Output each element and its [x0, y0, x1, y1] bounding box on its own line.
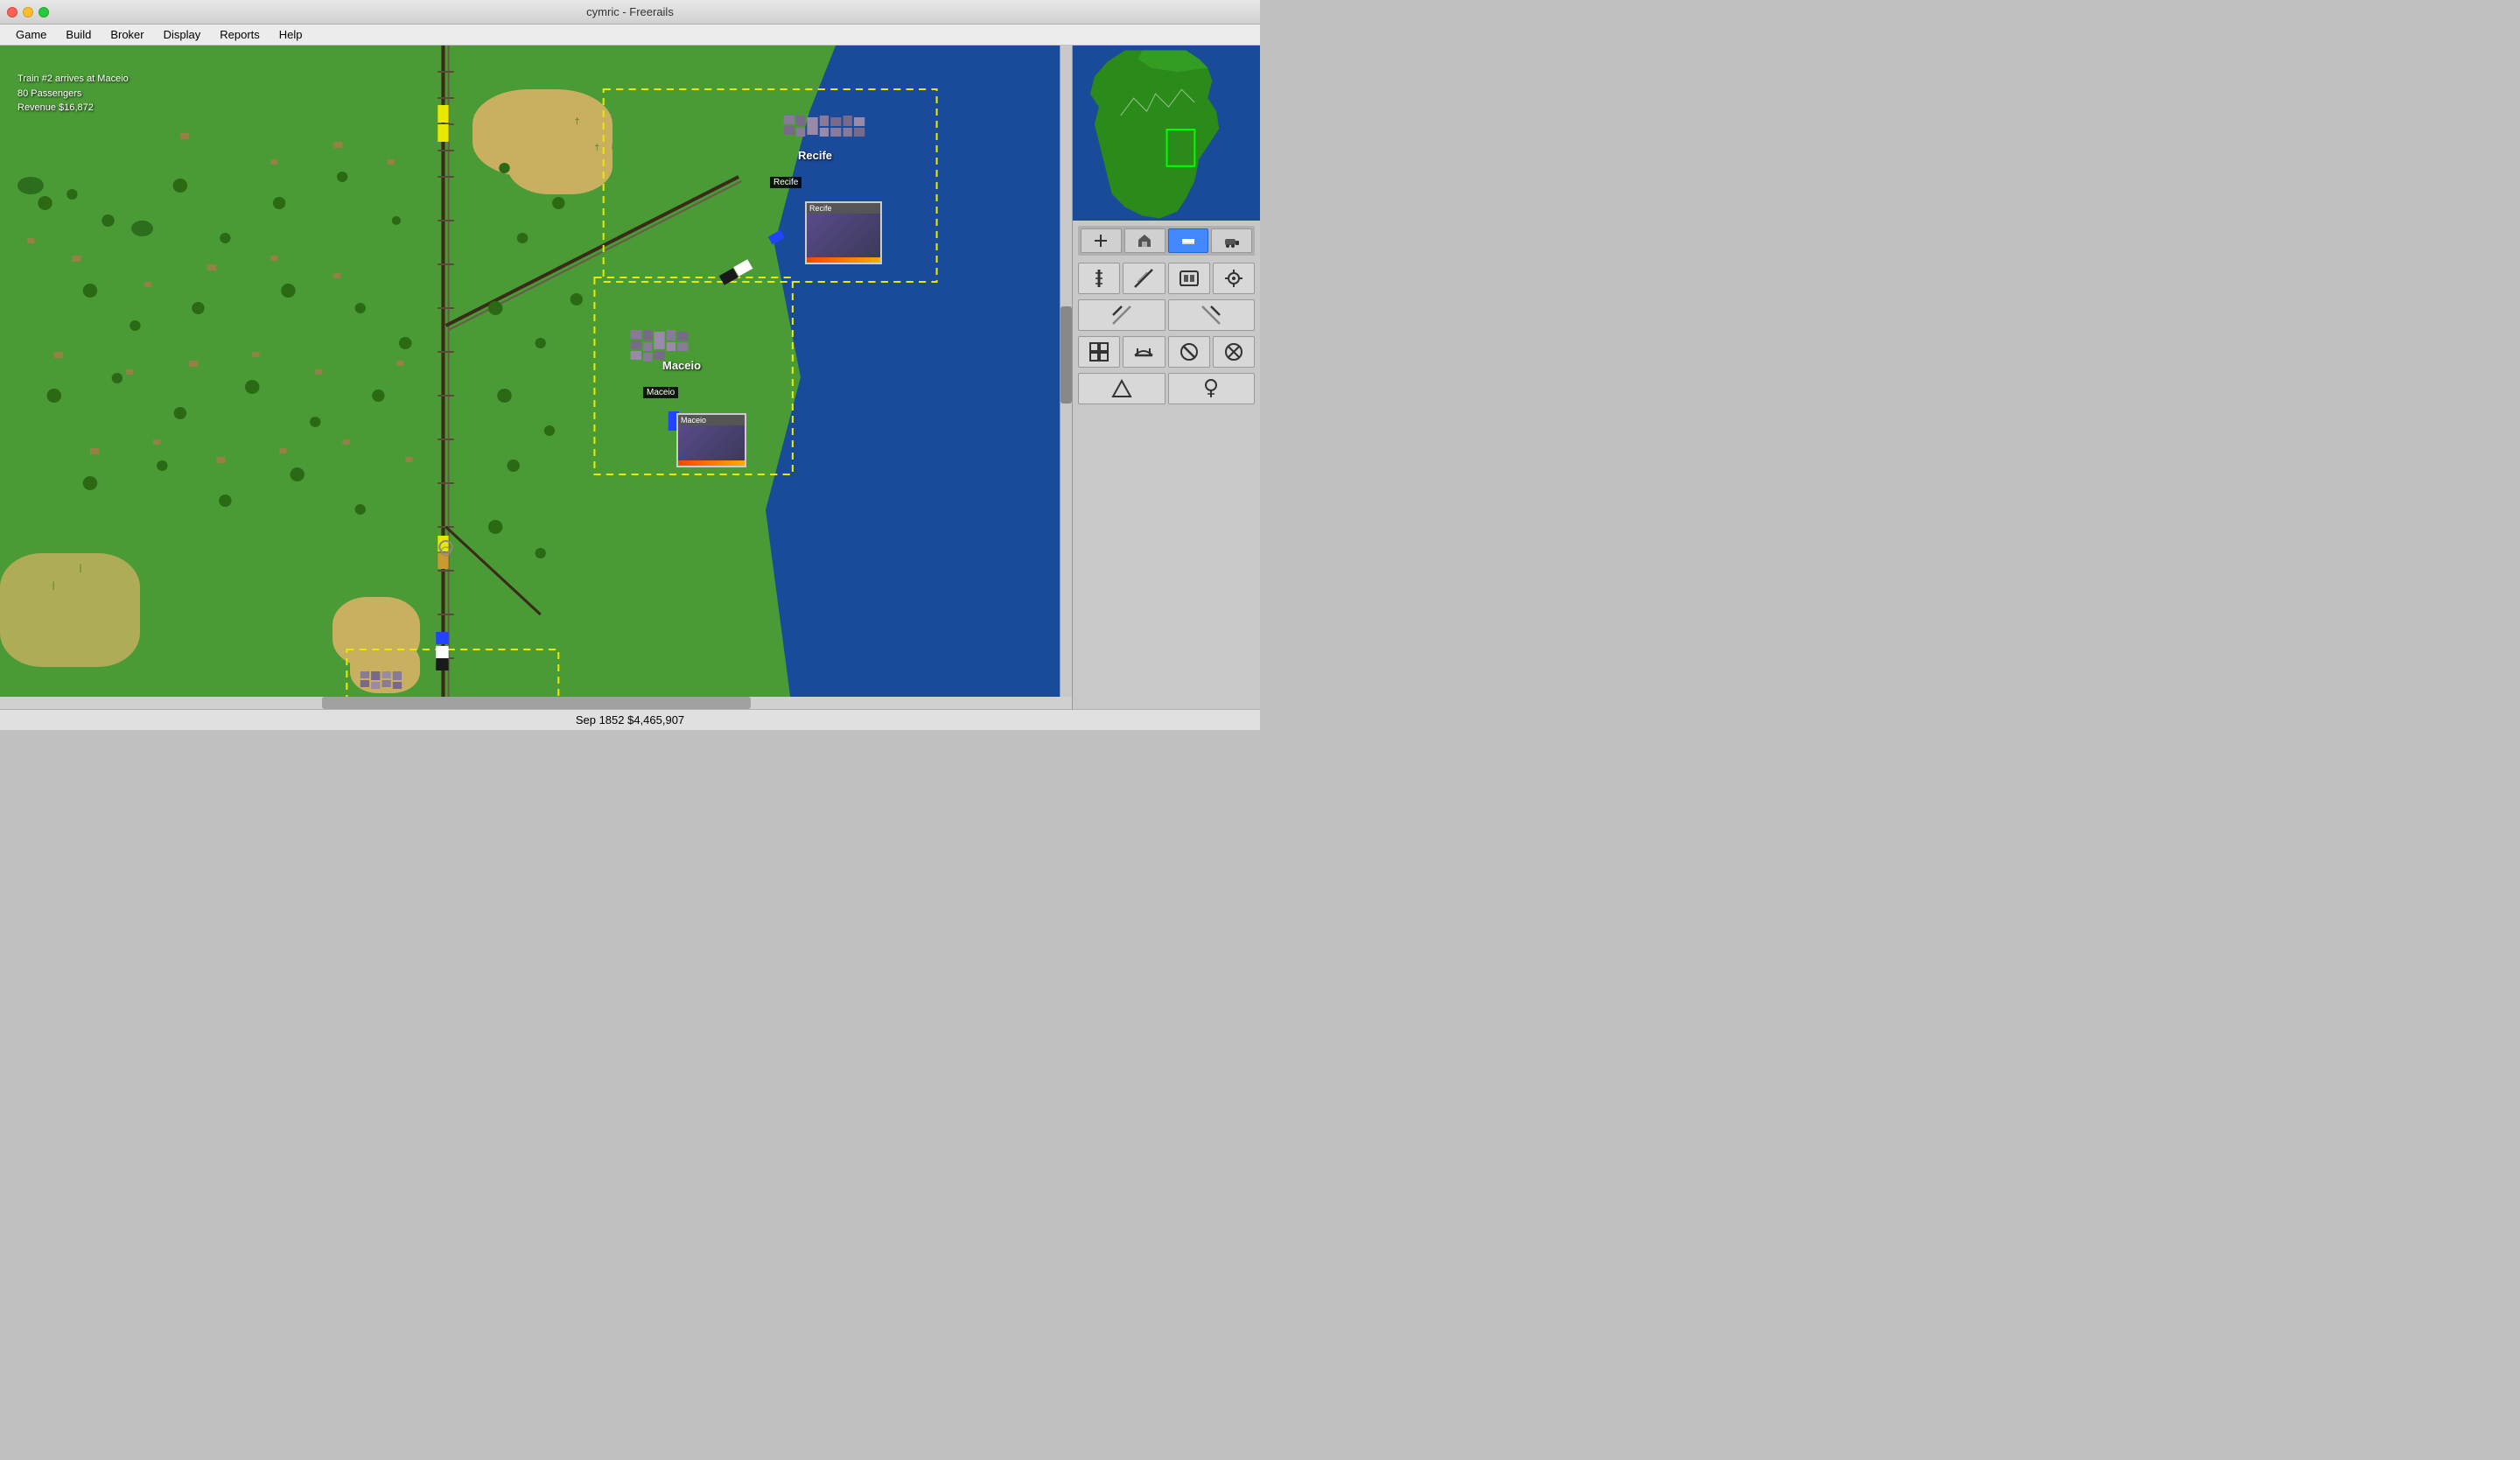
dark-terrain-2: [131, 221, 153, 236]
tool-plant[interactable]: [1168, 373, 1256, 404]
menu-broker[interactable]: Broker: [102, 26, 152, 43]
tool-grid-3: [1078, 336, 1255, 368]
tool-grid-1: [1078, 263, 1255, 294]
menu-game[interactable]: Game: [7, 26, 55, 43]
right-panel: [1072, 46, 1260, 709]
menu-help[interactable]: Help: [270, 26, 312, 43]
tool-terraform[interactable]: [1078, 373, 1166, 404]
popup-title-maceio: Maceio: [678, 415, 745, 425]
tool-diagonal-track-1[interactable]: [1123, 263, 1165, 294]
menu-reports[interactable]: Reports: [211, 26, 269, 43]
ocean-terrain: [766, 46, 1072, 709]
train-notification: Train #2 arrives at Maceio 80 Passengers…: [18, 72, 129, 116]
tool-view[interactable]: [1213, 263, 1255, 294]
map-canvas[interactable]: | | † †: [0, 46, 1072, 709]
mode-cursor-btn[interactable]: [1081, 228, 1122, 253]
dark-terrain-1: [18, 177, 44, 194]
notification-line3: Revenue $16,872: [18, 101, 129, 116]
city-label-maceio: Maceio: [643, 387, 678, 398]
tool-grid-view[interactable]: [1078, 336, 1120, 368]
mode-station-btn[interactable]: [1124, 228, 1166, 253]
tool-bridge[interactable]: [1123, 336, 1165, 368]
title-bar: cymric - Freerails: [0, 0, 1260, 25]
status-bar: Sep 1852 $4,465,907: [0, 709, 1260, 730]
minimize-button[interactable]: [23, 7, 33, 18]
map-area[interactable]: | | † †: [0, 46, 1072, 709]
menu-bar: Game Build Broker Display Reports Help: [0, 25, 1260, 46]
notification-line2: 80 Passengers: [18, 87, 129, 102]
maximize-button[interactable]: [38, 7, 49, 18]
city-label-recife: Recife: [770, 177, 802, 188]
mode-build-btn[interactable]: [1168, 228, 1209, 253]
window-controls[interactable]: [7, 7, 49, 18]
popup-bar-recife: [807, 257, 880, 263]
mini-map-svg: [1073, 46, 1260, 221]
popup-body-recife: [807, 214, 880, 261]
tool-grid-4: [1078, 373, 1255, 404]
close-button[interactable]: [7, 7, 18, 18]
tool-panel: [1073, 221, 1260, 709]
map-hscrollbar[interactable]: [0, 697, 1072, 709]
tool-signal[interactable]: [1213, 336, 1255, 368]
popup-title-recife: Recife: [807, 203, 880, 214]
vscrollbar-thumb[interactable]: [1060, 306, 1072, 404]
mode-selector: [1078, 226, 1255, 256]
tool-diagonal-ne[interactable]: [1078, 299, 1166, 331]
window-title: cymric - Freerails: [586, 5, 674, 18]
mode-train-btn[interactable]: [1211, 228, 1252, 253]
tool-remove-track[interactable]: [1168, 336, 1210, 368]
popup-bar-maceio: [678, 460, 745, 466]
menu-display[interactable]: Display: [155, 26, 210, 43]
sand-patch-2: [508, 124, 612, 194]
popup-body-maceio: [678, 425, 745, 464]
tool-grid-2: [1078, 299, 1255, 331]
mini-map[interactable]: [1073, 46, 1260, 221]
sand-patch-5: [350, 641, 420, 693]
menu-build[interactable]: Build: [57, 26, 100, 43]
city-name-recife: Recife: [798, 149, 832, 162]
main-area: | | † †: [0, 46, 1260, 709]
tool-diagonal-nw[interactable]: [1168, 299, 1256, 331]
notification-line1: Train #2 arrives at Maceio: [18, 72, 129, 87]
tool-straight-track[interactable]: [1078, 263, 1120, 294]
tool-station-place[interactable]: [1168, 263, 1210, 294]
sand-patch-3: [0, 553, 140, 667]
city-name-maceio: Maceio: [662, 359, 701, 372]
map-vscrollbar[interactable]: [1060, 46, 1072, 697]
city-popup-recife[interactable]: Recife: [805, 201, 882, 264]
city-popup-maceio[interactable]: Maceio: [676, 413, 746, 467]
hscrollbar-thumb[interactable]: [322, 697, 751, 709]
status-text: Sep 1852 $4,465,907: [576, 713, 684, 726]
